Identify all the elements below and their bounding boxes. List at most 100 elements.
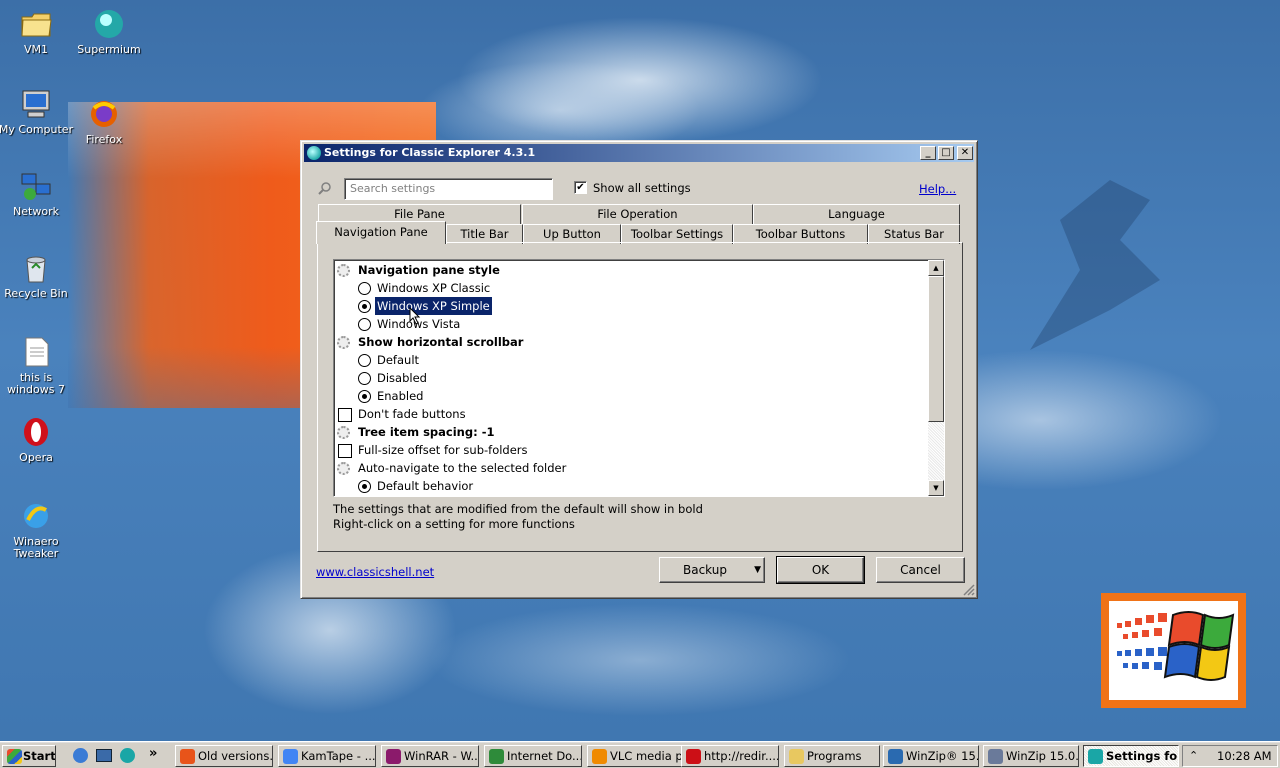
title-bar[interactable]: Settings for Classic Explorer 4.3.1 _ □ … [304, 144, 974, 162]
quick-launch-chevron[interactable]: » [149, 746, 157, 761]
desktop-icon-label: this is windows 7 [7, 371, 65, 396]
setting-label: Full-size offset for sub-folders [358, 443, 528, 457]
tab-toolbar-settings[interactable]: Toolbar Settings [621, 224, 733, 244]
show-all-settings-checkbox[interactable]: ✔ [574, 181, 587, 194]
tab-title-bar[interactable]: Title Bar [446, 224, 523, 244]
recycle-bin-icon [20, 252, 52, 284]
windows-flag-icon [1117, 611, 1235, 681]
setting-label: Default [377, 353, 420, 367]
desktop-icon-folder[interactable]: VM1 [0, 8, 74, 56]
radio-button[interactable] [358, 300, 371, 313]
cancel-button[interactable]: Cancel [876, 557, 965, 583]
tab-toolbar-buttons[interactable]: Toolbar Buttons [733, 224, 868, 244]
start-flag-icon [7, 749, 22, 764]
taskbar-button[interactable]: Settings fo... [1083, 745, 1179, 767]
desktop-icon-label: VM1 [23, 43, 48, 56]
ok-button[interactable]: OK [776, 556, 865, 584]
desktop-icon-label: Opera [19, 451, 53, 464]
setting-label: Navigation pane style [358, 263, 500, 277]
taskbar-button-label: Programs [807, 749, 862, 763]
taskbar-button[interactable]: Internet Do... [484, 745, 582, 767]
classicshell-website-link[interactable]: www.classicshell.net [316, 565, 434, 579]
tab-status-bar[interactable]: Status Bar [868, 224, 960, 244]
taskbar-button-label: WinRAR - W... [404, 749, 479, 763]
taskbar-button[interactable]: Old versions... [175, 745, 273, 767]
taskbar-button[interactable]: VLC media p... [587, 745, 685, 767]
classic-shell-icon [307, 146, 321, 160]
app-icon [283, 749, 298, 764]
scroll-down-button[interactable]: ▼ [928, 480, 944, 496]
radio-button[interactable] [358, 480, 371, 493]
winaero-icon [20, 500, 52, 532]
window-title: Settings for Classic Explorer 4.3.1 [324, 146, 536, 159]
search-input[interactable]: Search settings [344, 178, 553, 200]
internet-explorer-icon[interactable] [73, 748, 88, 763]
radio-button[interactable] [358, 318, 371, 331]
setting-label: Auto-navigate to the selected folder [358, 461, 567, 475]
resize-grip-icon[interactable] [963, 584, 975, 596]
taskbar-button-label: http://redir.... [704, 749, 779, 763]
clock[interactable]: 10:28 AM [1217, 749, 1272, 763]
app-icon [489, 749, 504, 764]
checkbox[interactable] [338, 444, 352, 458]
tab-navigation-pane[interactable]: Navigation Pane [316, 221, 446, 244]
settings-gear-icon [337, 264, 350, 277]
taskbar-button[interactable]: KamTape - ... [278, 745, 376, 767]
scroll-up-button[interactable]: ▲ [928, 260, 944, 276]
desktop-icon-supermium[interactable]: Supermium [71, 8, 147, 56]
radio-button[interactable] [358, 372, 371, 385]
radio-button[interactable] [358, 354, 371, 367]
taskbar-button[interactable]: http://redir.... [681, 745, 779, 767]
setting-label: Windows XP Simple [374, 296, 493, 316]
app-icon [180, 749, 195, 764]
desktop-icon-label: Firefox [85, 133, 123, 146]
supermium-icon [93, 8, 125, 40]
tab-file-operation[interactable]: File Operation [522, 204, 753, 224]
taskbar-button[interactable]: WinRAR - W... [381, 745, 479, 767]
start-button[interactable]: Start [2, 745, 56, 767]
taskbar-button[interactable]: Programs [784, 745, 880, 767]
desktop-icon-firefox[interactable]: Firefox [66, 98, 142, 146]
taskbar-button[interactable]: WinZip® 15... [883, 745, 979, 767]
desktop-icon-network[interactable]: Network [0, 170, 74, 218]
show-all-settings-label: Show all settings [593, 181, 691, 195]
app-icon [888, 749, 903, 764]
minimize-button[interactable]: _ [920, 146, 936, 160]
maximize-button[interactable]: □ [938, 146, 954, 160]
tab-up-button[interactable]: Up Button [523, 224, 621, 244]
folder-icon [20, 8, 52, 40]
taskbar-button-label: Internet Do... [507, 749, 582, 763]
scroll-thumb[interactable] [928, 276, 944, 422]
taskbar-button[interactable]: WinZip 15.0... [983, 745, 1079, 767]
desktop-icon-computer[interactable]: My Computer [0, 88, 74, 136]
setting-label: Enabled [377, 389, 424, 403]
app-icon [686, 749, 701, 764]
vertical-scrollbar[interactable]: ▲ ▼ [928, 260, 944, 496]
windows-logo-image [1101, 593, 1246, 708]
tray-expand-icon[interactable]: ⌃ [1189, 746, 1198, 766]
desktop-icon-label: Winaero Tweaker [13, 535, 59, 560]
settings-gear-icon [337, 426, 350, 439]
settings-tree[interactable]: Navigation pane style Windows XP Classic W… [333, 259, 945, 497]
radio-button[interactable] [358, 390, 371, 403]
backup-button[interactable]: Backup ▼ [659, 557, 765, 583]
close-button[interactable]: ✕ [957, 146, 973, 160]
desktop-icon-opera[interactable]: Opera [0, 416, 74, 464]
app-icon [592, 749, 607, 764]
desktop-icon-label: Supermium [77, 43, 141, 56]
dropdown-arrow-icon: ▼ [754, 565, 761, 575]
settings-gear-icon [337, 462, 350, 475]
setting-label: Windows XP Classic [377, 281, 491, 295]
search-icon [318, 182, 331, 195]
tab-language[interactable]: Language [753, 204, 960, 224]
help-link[interactable]: Help... [919, 182, 956, 196]
taskbar-button-label: Old versions... [198, 749, 273, 763]
desktop-icon-winaero[interactable]: Winaero Tweaker [0, 500, 74, 560]
desktop-icon-text-file[interactable]: this is windows 7 [0, 336, 74, 396]
supermium-quicklaunch-icon[interactable] [120, 748, 135, 763]
show-desktop-icon[interactable] [96, 749, 112, 762]
desktop-icon-recycle-bin[interactable]: Recycle Bin [0, 252, 74, 300]
radio-button[interactable] [358, 282, 371, 295]
app-icon [988, 749, 1003, 764]
checkbox[interactable] [338, 408, 352, 422]
